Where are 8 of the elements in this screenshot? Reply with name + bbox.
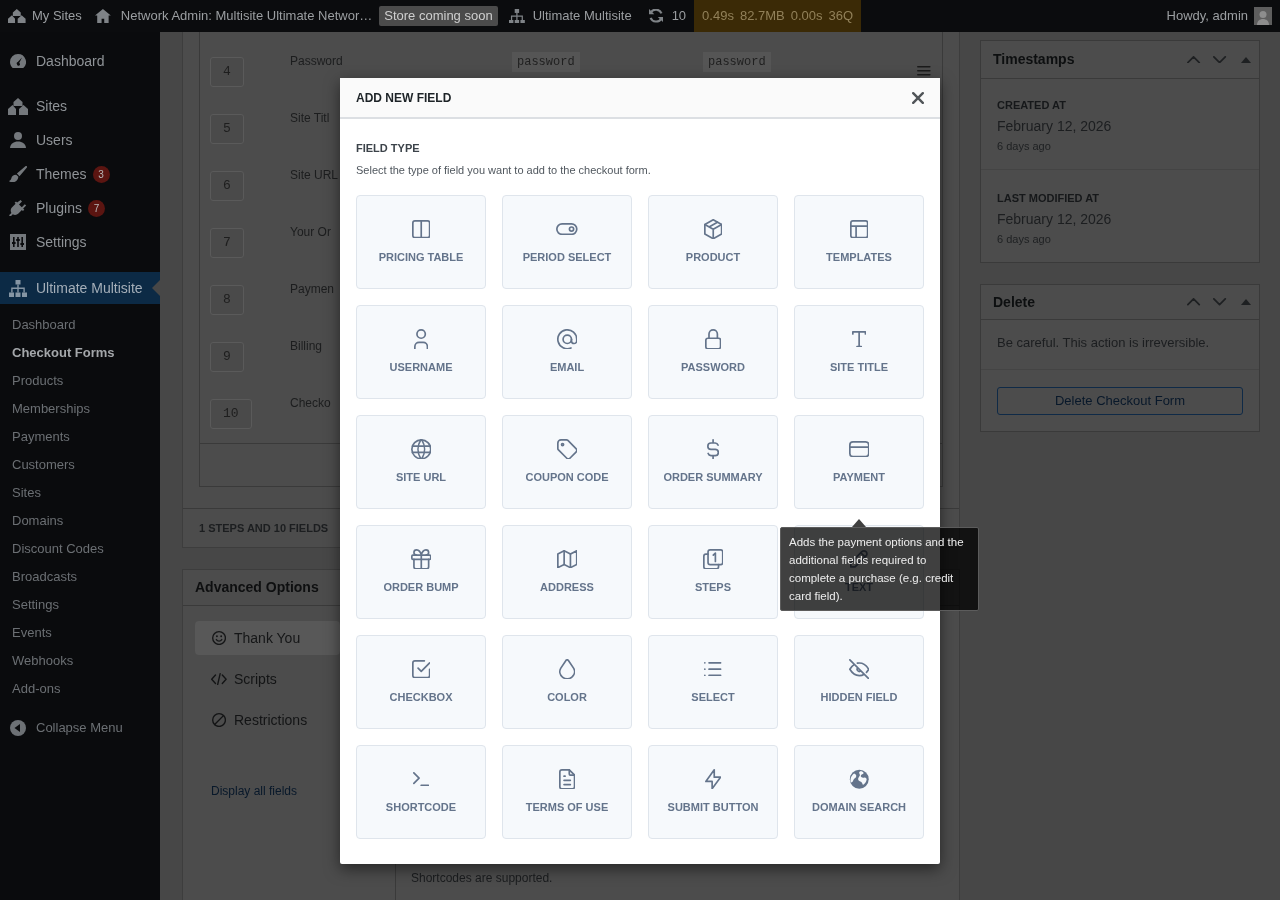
panel-title: Advanced Options bbox=[195, 578, 319, 597]
panel-title: Delete bbox=[993, 292, 1036, 312]
panel-title: Timestamps bbox=[993, 50, 1075, 69]
section-heading: FIELD TYPE bbox=[356, 141, 421, 155]
count-badge: 7 bbox=[87, 199, 105, 217]
count-badge: 3 bbox=[92, 165, 110, 183]
modal-title: ADD NEW FIELD bbox=[356, 89, 452, 107]
section-description: Select the type of field you want to add to the checkout form. bbox=[356, 163, 652, 177]
